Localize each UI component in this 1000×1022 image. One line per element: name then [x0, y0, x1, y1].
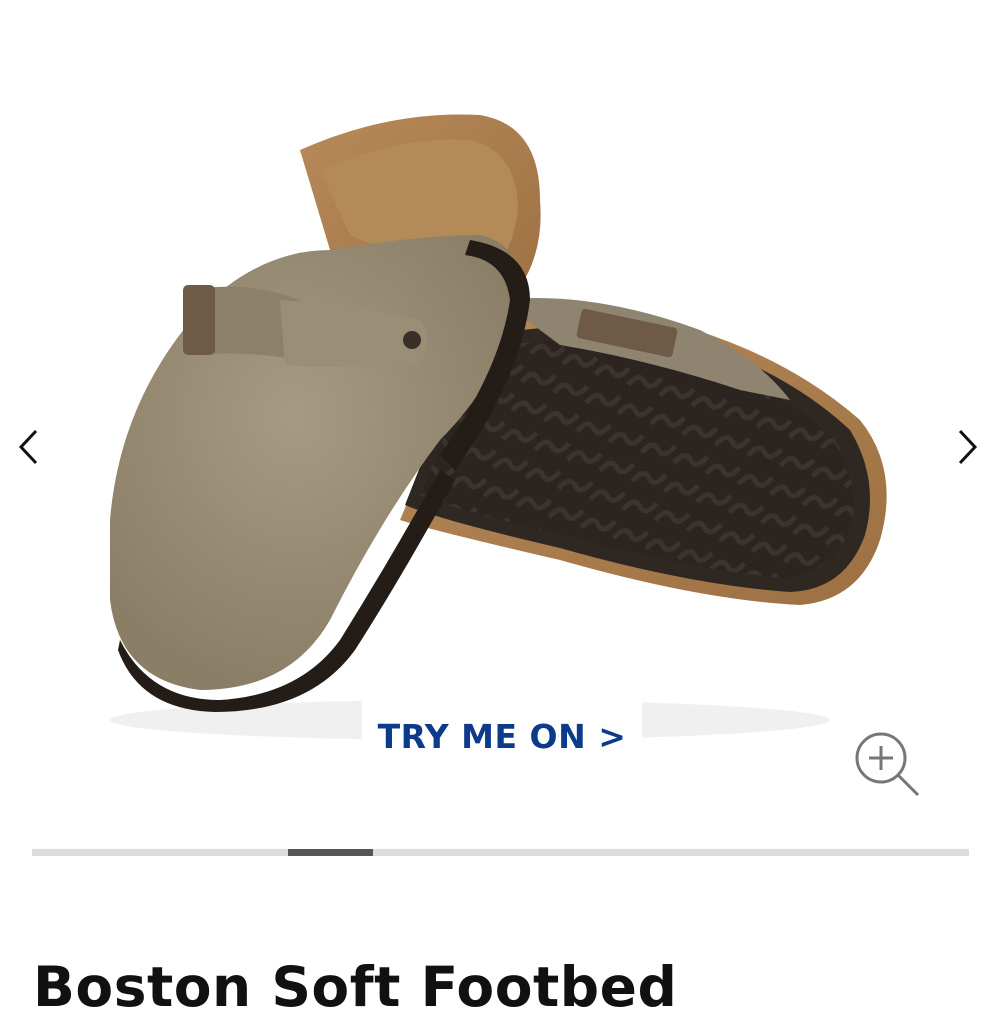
zoom-button[interactable]: [850, 728, 926, 804]
chevron-right-icon: [958, 429, 978, 465]
chevron-left-icon: [18, 429, 38, 465]
try-me-on-label: TRY ME ON >: [377, 716, 627, 756]
next-image-button[interactable]: [946, 420, 990, 474]
try-me-on-button[interactable]: TRY ME ON >: [362, 690, 642, 782]
previous-image-button[interactable]: [6, 420, 50, 474]
front-clog: [110, 114, 541, 712]
gallery-progress-thumb: [287, 849, 373, 856]
gallery-progress-bar[interactable]: [32, 849, 969, 856]
zoom-in-icon: [855, 732, 920, 797]
product-gallery[interactable]: TRY ME ON >: [0, 0, 1000, 820]
product-title: Boston Soft Footbed: [33, 955, 678, 1019]
